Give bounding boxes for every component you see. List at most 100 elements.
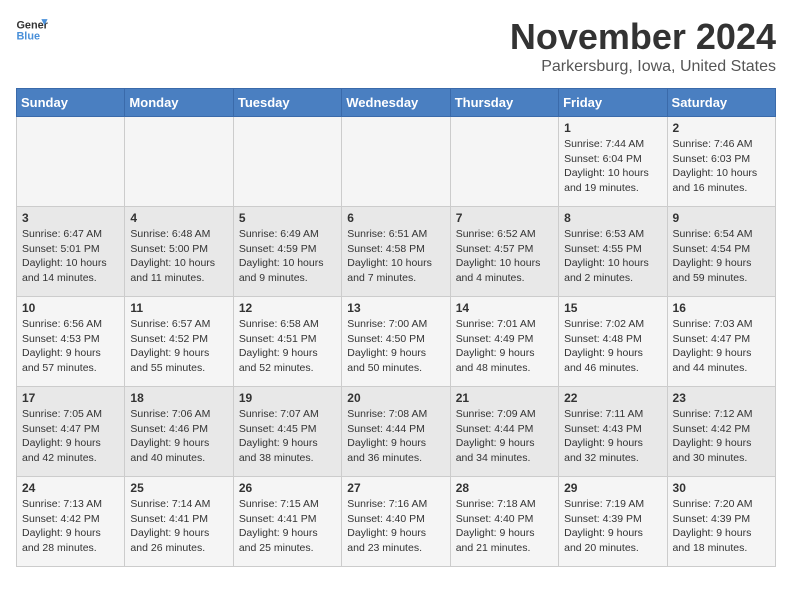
day-number: 3	[22, 211, 119, 225]
day-number: 17	[22, 391, 119, 405]
weekday-header-friday: Friday	[559, 89, 667, 117]
day-info: Sunrise: 7:20 AM Sunset: 4:39 PM Dayligh…	[673, 497, 770, 556]
day-info: Sunrise: 6:52 AM Sunset: 4:57 PM Dayligh…	[456, 227, 553, 286]
day-info: Sunrise: 7:09 AM Sunset: 4:44 PM Dayligh…	[456, 407, 553, 466]
calendar-cell	[342, 117, 450, 207]
day-info: Sunrise: 7:46 AM Sunset: 6:03 PM Dayligh…	[673, 137, 770, 196]
calendar-cell: 27Sunrise: 7:16 AM Sunset: 4:40 PM Dayli…	[342, 477, 450, 567]
calendar-cell: 1 Sunrise: 7:44 AM Sunset: 6:04 PM Daylig…	[559, 117, 667, 207]
weekday-header-monday: Monday	[125, 89, 233, 117]
day-number: 28	[456, 481, 553, 495]
day-info: Sunrise: 7:01 AM Sunset: 4:49 PM Dayligh…	[456, 317, 553, 376]
logo-icon: General Blue	[16, 16, 48, 44]
day-number: 15	[564, 301, 661, 315]
day-info: Sunrise: 7:02 AM Sunset: 4:48 PM Dayligh…	[564, 317, 661, 376]
day-info: Sunrise: 7:13 AM Sunset: 4:42 PM Dayligh…	[22, 497, 119, 556]
day-number: 12	[239, 301, 336, 315]
day-number: 23	[673, 391, 770, 405]
day-number: 8	[564, 211, 661, 225]
day-info: Sunrise: 7:06 AM Sunset: 4:46 PM Dayligh…	[130, 407, 227, 466]
calendar-cell: 28 Sunrise: 7:18 AM Sunset: 4:40 PM Dayli…	[450, 477, 558, 567]
day-info: Sunrise: 7:08 AM Sunset: 4:44 PM Dayligh…	[347, 407, 444, 466]
calendar-cell: 7 Sunrise: 6:52 AM Sunset: 4:57 PM Daylig…	[450, 207, 558, 297]
calendar-cell: 20 Sunrise: 7:08 AM Sunset: 4:44 PM Dayli…	[342, 387, 450, 477]
weekday-header-sunday: Sunday	[17, 89, 125, 117]
day-info: Sunrise: 6:53 AM Sunset: 4:55 PM Dayligh…	[564, 227, 661, 286]
day-number: 20	[347, 391, 444, 405]
day-info: Sunrise: 6:58 AM Sunset: 4:51 PM Dayligh…	[239, 317, 336, 376]
calendar-cell	[125, 117, 233, 207]
day-number: 5	[239, 211, 336, 225]
header: General Blue November 2024 Parkersburg, …	[16, 16, 776, 76]
day-info: Sunrise: 6:48 AM Sunset: 5:00 PM Dayligh…	[130, 227, 227, 286]
day-number: 14	[456, 301, 553, 315]
day-info: Sunrise: 7:00 AM Sunset: 4:50 PM Dayligh…	[347, 317, 444, 376]
calendar-cell: 15 Sunrise: 7:02 AM Sunset: 4:48 PM Dayli…	[559, 297, 667, 387]
calendar-cell: 22 Sunrise: 7:11 AM Sunset: 4:43 PM Dayli…	[559, 387, 667, 477]
week-row-2: 3 Sunrise: 6:47 AM Sunset: 5:01 PM Daylig…	[17, 207, 776, 297]
week-row-4: 17Sunrise: 7:05 AM Sunset: 4:47 PM Dayli…	[17, 387, 776, 477]
day-number: 2	[673, 121, 770, 135]
weekday-header-tuesday: Tuesday	[233, 89, 341, 117]
calendar-cell: 10 Sunrise: 6:56 AM Sunset: 4:53 PM Dayli…	[17, 297, 125, 387]
calendar-cell: 6Sunrise: 6:51 AM Sunset: 4:58 PM Daylig…	[342, 207, 450, 297]
day-number: 9	[673, 211, 770, 225]
day-number: 13	[347, 301, 444, 315]
day-number: 21	[456, 391, 553, 405]
calendar-cell: 9 Sunrise: 6:54 AM Sunset: 4:54 PM Daylig…	[667, 207, 775, 297]
day-number: 16	[673, 301, 770, 315]
day-info: Sunrise: 7:11 AM Sunset: 4:43 PM Dayligh…	[564, 407, 661, 466]
day-number: 24	[22, 481, 119, 495]
day-info: Sunrise: 7:44 AM Sunset: 6:04 PM Dayligh…	[564, 137, 661, 196]
calendar-cell	[450, 117, 558, 207]
day-number: 7	[456, 211, 553, 225]
calendar-cell: 25 Sunrise: 7:14 AM Sunset: 4:41 PM Dayli…	[125, 477, 233, 567]
day-number: 22	[564, 391, 661, 405]
location-title: Parkersburg, Iowa, United States	[510, 58, 776, 76]
svg-text:Blue: Blue	[16, 30, 40, 42]
day-number: 19	[239, 391, 336, 405]
logo: General Blue	[16, 16, 48, 44]
calendar-cell: 4 Sunrise: 6:48 AM Sunset: 5:00 PM Daylig…	[125, 207, 233, 297]
calendar-cell	[17, 117, 125, 207]
calendar-cell: 12 Sunrise: 6:58 AM Sunset: 4:51 PM Dayli…	[233, 297, 341, 387]
calendar-cell: 18 Sunrise: 7:06 AM Sunset: 4:46 PM Dayli…	[125, 387, 233, 477]
calendar-cell: 21 Sunrise: 7:09 AM Sunset: 4:44 PM Dayli…	[450, 387, 558, 477]
day-info: Sunrise: 6:51 AM Sunset: 4:58 PM Dayligh…	[347, 227, 444, 286]
calendar-cell: 16 Sunrise: 7:03 AM Sunset: 4:47 PM Dayli…	[667, 297, 775, 387]
day-info: Sunrise: 7:14 AM Sunset: 4:41 PM Dayligh…	[130, 497, 227, 556]
calendar-table: SundayMondayTuesdayWednesdayThursdayFrid…	[16, 88, 776, 567]
calendar-cell: 23Sunrise: 7:12 AM Sunset: 4:42 PM Dayli…	[667, 387, 775, 477]
day-info: Sunrise: 6:57 AM Sunset: 4:52 PM Dayligh…	[130, 317, 227, 376]
calendar-cell: 8 Sunrise: 6:53 AM Sunset: 4:55 PM Daylig…	[559, 207, 667, 297]
day-info: Sunrise: 6:49 AM Sunset: 4:59 PM Dayligh…	[239, 227, 336, 286]
day-info: Sunrise: 7:03 AM Sunset: 4:47 PM Dayligh…	[673, 317, 770, 376]
weekday-header-row: SundayMondayTuesdayWednesdayThursdayFrid…	[17, 89, 776, 117]
calendar-cell: 19Sunrise: 7:07 AM Sunset: 4:45 PM Dayli…	[233, 387, 341, 477]
day-number: 1	[564, 121, 661, 135]
day-number: 26	[239, 481, 336, 495]
day-number: 4	[130, 211, 227, 225]
day-number: 10	[22, 301, 119, 315]
calendar-cell: 2 Sunrise: 7:46 AM Sunset: 6:03 PM Daylig…	[667, 117, 775, 207]
week-row-1: 1 Sunrise: 7:44 AM Sunset: 6:04 PM Daylig…	[17, 117, 776, 207]
day-number: 25	[130, 481, 227, 495]
calendar-cell: 29 Sunrise: 7:19 AM Sunset: 4:39 PM Dayli…	[559, 477, 667, 567]
day-number: 18	[130, 391, 227, 405]
calendar-cell: 13 Sunrise: 7:00 AM Sunset: 4:50 PM Dayli…	[342, 297, 450, 387]
day-info: Sunrise: 6:47 AM Sunset: 5:01 PM Dayligh…	[22, 227, 119, 286]
calendar-cell: 11 Sunrise: 6:57 AM Sunset: 4:52 PM Dayli…	[125, 297, 233, 387]
calendar-cell: 24 Sunrise: 7:13 AM Sunset: 4:42 PM Dayli…	[17, 477, 125, 567]
calendar-cell: 5 Sunrise: 6:49 AM Sunset: 4:59 PM Daylig…	[233, 207, 341, 297]
calendar-cell: 3 Sunrise: 6:47 AM Sunset: 5:01 PM Daylig…	[17, 207, 125, 297]
day-number: 11	[130, 301, 227, 315]
day-info: Sunrise: 7:19 AM Sunset: 4:39 PM Dayligh…	[564, 497, 661, 556]
calendar-cell: 30Sunrise: 7:20 AM Sunset: 4:39 PM Dayli…	[667, 477, 775, 567]
day-info: Sunrise: 6:54 AM Sunset: 4:54 PM Dayligh…	[673, 227, 770, 286]
day-info: Sunrise: 7:18 AM Sunset: 4:40 PM Dayligh…	[456, 497, 553, 556]
week-row-5: 24 Sunrise: 7:13 AM Sunset: 4:42 PM Dayli…	[17, 477, 776, 567]
day-number: 29	[564, 481, 661, 495]
calendar-cell: 14 Sunrise: 7:01 AM Sunset: 4:49 PM Dayli…	[450, 297, 558, 387]
day-info: Sunrise: 6:56 AM Sunset: 4:53 PM Dayligh…	[22, 317, 119, 376]
weekday-header-saturday: Saturday	[667, 89, 775, 117]
